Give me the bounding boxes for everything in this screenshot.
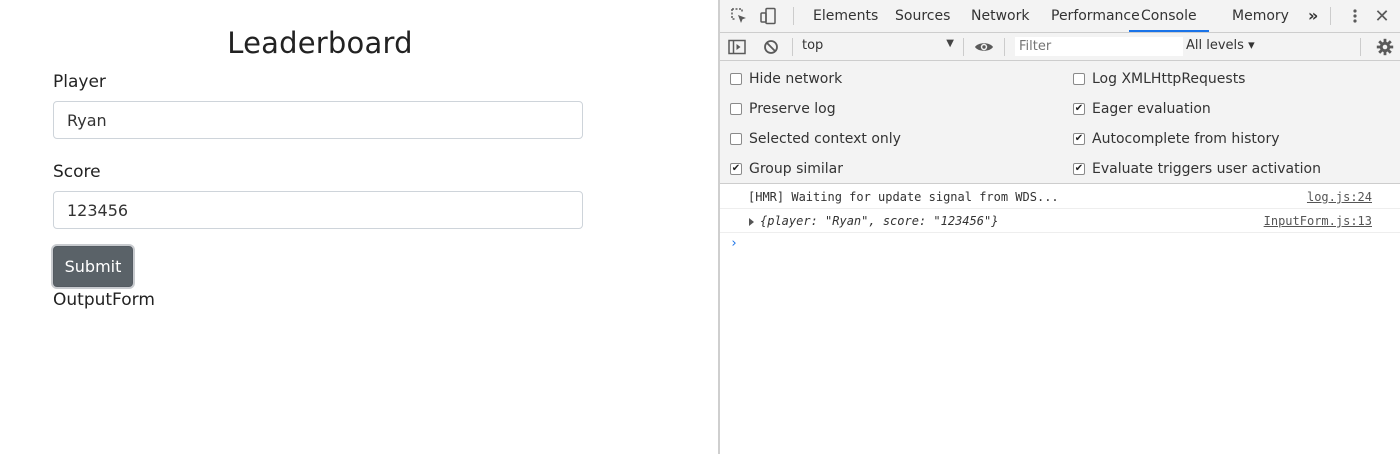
console-message-text: [HMR] Waiting for update signal from WDS… [748,190,1059,204]
inspect-element-icon[interactable] [729,6,749,26]
more-tabs-button[interactable]: » [1306,0,1320,32]
toolbar-separator [1004,38,1005,56]
console-message-source-link[interactable]: log.js:24 [1307,190,1372,204]
app-page: Leaderboard Player Score Submit OutputFo… [0,0,718,454]
tab-elements[interactable]: Elements [811,0,880,32]
console-prompt[interactable]: › [730,236,738,251]
tab-console[interactable]: Console [1129,0,1209,32]
setting-group-similar[interactable]: ✔ Group similar [730,161,843,177]
checkbox[interactable] [730,103,742,115]
setting-hide-network[interactable]: Hide network [730,71,842,87]
console-message-source-link[interactable]: InputForm.js:13 [1264,214,1372,228]
context-value: top [802,38,824,53]
tab-sources[interactable]: Sources [893,0,952,32]
setting-preserve-log[interactable]: Preserve log [730,101,836,117]
tab-memory[interactable]: Memory [1230,0,1291,32]
context-selector[interactable]: top ▼ [802,38,954,56]
console-message[interactable]: {player: "Ryan", score: "123456"} InputF… [720,209,1400,233]
checkbox-checked[interactable]: ✔ [1073,133,1085,145]
player-input[interactable] [53,101,583,139]
clear-console-icon[interactable] [761,37,781,57]
checkbox[interactable] [1073,73,1085,85]
more-options-icon[interactable] [1345,6,1365,26]
submit-button[interactable]: Submit [53,246,133,287]
checkbox-checked[interactable]: ✔ [1073,103,1085,115]
setting-evaluate-triggers-user-activation[interactable]: ✔ Evaluate triggers user activation [1073,161,1321,177]
checkbox[interactable] [730,133,742,145]
console-settings-gear-icon[interactable] [1375,37,1395,57]
console-message: [HMR] Waiting for update signal from WDS… [720,185,1400,209]
score-input[interactable] [53,191,583,229]
toolbar-separator [1360,38,1361,56]
console-settings-pane: Hide network Preserve log Selected conte… [720,61,1400,184]
output-form-label: OutputForm [53,290,155,310]
console-toolbar: top ▼ All levels ▾ [720,33,1400,61]
checkbox-checked[interactable]: ✔ [730,163,742,175]
page-title: Leaderboard [227,26,413,60]
setting-log-xmlhttprequests[interactable]: Log XMLHttpRequests [1073,71,1245,87]
device-toolbar-icon[interactable] [758,6,778,26]
dropdown-arrow-icon: ▼ [946,38,954,49]
expand-triangle-icon[interactable] [749,218,754,226]
checkbox-checked[interactable]: ✔ [1073,163,1085,175]
tab-network[interactable]: Network [969,0,1031,32]
console-filter-input[interactable] [1015,37,1183,56]
close-devtools-icon[interactable]: ✕ [1372,6,1392,27]
tab-performance[interactable]: Performance [1049,0,1142,32]
setting-autocomplete-from-history[interactable]: ✔ Autocomplete from history [1073,131,1280,147]
devtools-tabbar: Elements Sources Network Performance Con… [720,0,1400,33]
devtools-panel: Elements Sources Network Performance Con… [720,0,1400,454]
log-levels-dropdown[interactable]: All levels ▾ [1186,38,1255,53]
setting-selected-context-only[interactable]: Selected context only [730,131,901,147]
show-sidebar-icon[interactable] [727,37,747,57]
toolbar-separator [793,7,794,25]
console-message-object[interactable]: {player: "Ryan", score: "123456"} [760,214,998,228]
score-label: Score [53,162,101,182]
live-expression-eye-icon[interactable] [974,37,994,57]
toolbar-separator [1330,7,1331,25]
toolbar-separator [963,38,964,56]
toolbar-separator [792,38,793,56]
player-label: Player [53,72,106,92]
setting-eager-evaluation[interactable]: ✔ Eager evaluation [1073,101,1211,117]
checkbox[interactable] [730,73,742,85]
